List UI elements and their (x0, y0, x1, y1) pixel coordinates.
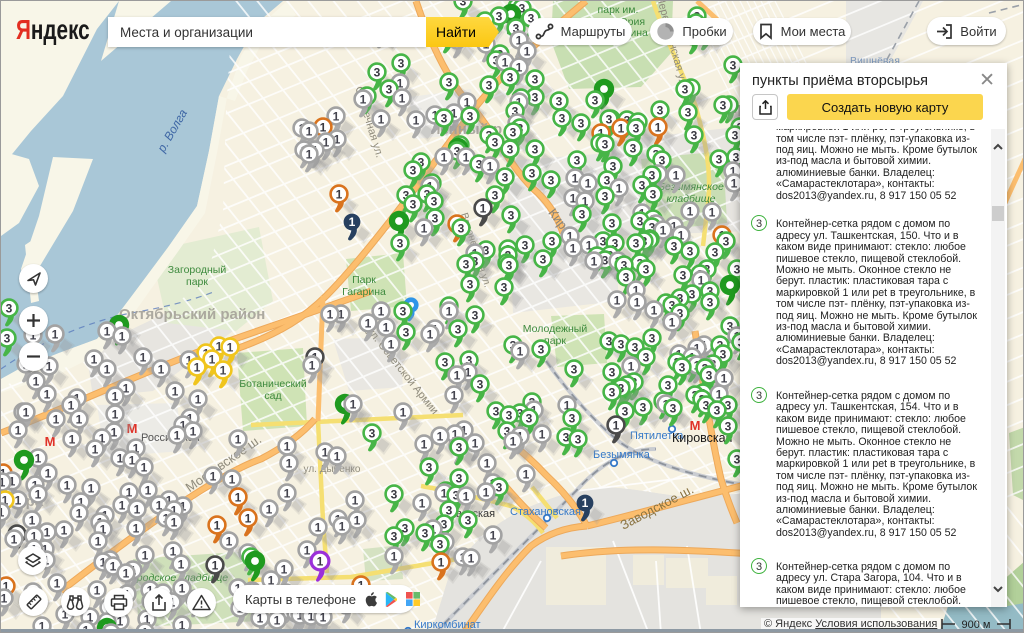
svg-text:Парк: Парк (352, 274, 376, 286)
svg-text:сад: сад (264, 390, 281, 402)
svg-text:Ботанический: Ботанический (239, 378, 307, 390)
svg-text:парк: парк (186, 276, 208, 288)
svg-text:Октябрьский район: Октябрьский район (119, 306, 265, 323)
svg-text:Молодежный: Молодежный (523, 323, 588, 335)
svg-text:Гагарина: Гагарина (342, 286, 386, 298)
svg-text:парк им.: парк им. (598, 4, 639, 16)
svg-text:Загородный: Загородный (168, 264, 227, 276)
svg-text:Безымянка: Безымянка (593, 449, 651, 461)
